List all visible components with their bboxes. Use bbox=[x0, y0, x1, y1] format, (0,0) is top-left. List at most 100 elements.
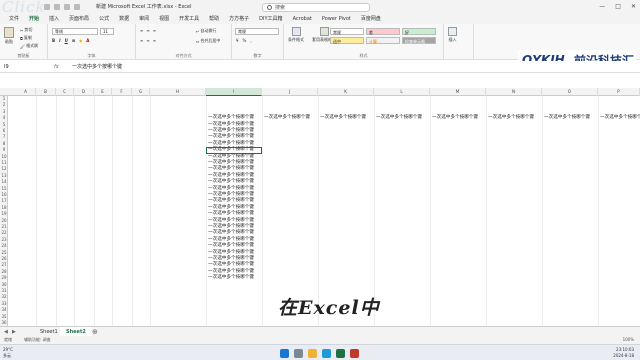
close-button[interactable]: ✕ bbox=[631, 3, 636, 10]
file-explorer-icon[interactable] bbox=[308, 349, 317, 358]
cell[interactable]: 一次选中多个按哪个键 bbox=[208, 250, 254, 256]
row-header-14[interactable]: 14 bbox=[0, 179, 8, 185]
align-center-icon[interactable]: ≡ bbox=[146, 38, 149, 43]
row-header-8[interactable]: 8 bbox=[0, 141, 8, 147]
font-name-select[interactable]: 等线 bbox=[52, 28, 98, 35]
number-format-select[interactable]: 常规 bbox=[235, 28, 279, 35]
font-color-icon[interactable]: A bbox=[86, 38, 89, 43]
tab-3[interactable]: 页面布局 bbox=[64, 14, 94, 24]
row-header-28[interactable]: 28 bbox=[0, 269, 8, 275]
row-header-33[interactable]: 33 bbox=[0, 301, 8, 307]
row-header-9[interactable]: 9 bbox=[0, 147, 8, 153]
column-header-F[interactable]: F bbox=[112, 88, 132, 96]
bold-button[interactable]: B bbox=[52, 38, 55, 43]
column-header-G[interactable]: G bbox=[132, 88, 150, 96]
worksheet-grid[interactable]: ABCDEFGHIJKLMNOP 1 2 3 4 5 6 7 8 9 10 11 12 13 14 15 16… bbox=[0, 88, 640, 326]
cell[interactable]: 一次选中多个按哪个键 bbox=[208, 186, 254, 192]
row-header-6[interactable]: 6 bbox=[0, 128, 8, 134]
edge-icon[interactable] bbox=[322, 349, 331, 358]
style-check[interactable]: 检查单元格 bbox=[402, 37, 436, 44]
tab-9[interactable]: 帮助 bbox=[204, 14, 224, 24]
column-header-I[interactable]: I bbox=[206, 88, 262, 96]
row-header-23[interactable]: 23 bbox=[0, 237, 8, 243]
cell[interactable]: 一次选中多个按哪个键 bbox=[208, 154, 254, 160]
cell[interactable]: 一次选中多个按哪个键 bbox=[264, 115, 310, 121]
row-header-25[interactable]: 25 bbox=[0, 250, 8, 256]
fx-icon[interactable]: fx bbox=[54, 63, 59, 71]
cell[interactable]: 一次选中多个按哪个键 bbox=[208, 230, 254, 236]
column-header-E[interactable]: E bbox=[94, 88, 112, 96]
column-header-C[interactable]: C bbox=[56, 88, 74, 96]
italic-button[interactable]: I bbox=[59, 38, 61, 43]
system-clock[interactable]: 23:10:03 2024-8-18 bbox=[613, 347, 634, 359]
row-header-26[interactable]: 26 bbox=[0, 256, 8, 262]
fill-color-icon[interactable]: ◆ bbox=[79, 38, 82, 43]
paste-button[interactable]: 粘贴 bbox=[4, 27, 14, 45]
row-header-19[interactable]: 19 bbox=[0, 211, 8, 217]
row-header-12[interactable]: 12 bbox=[0, 166, 8, 172]
row-header-32[interactable]: 32 bbox=[0, 294, 8, 300]
column-header-D[interactable]: D bbox=[74, 88, 94, 96]
taskbar-search-icon[interactable] bbox=[294, 349, 303, 358]
tab-5[interactable]: 数据 bbox=[114, 14, 134, 24]
font-size-select[interactable]: 11 bbox=[100, 28, 114, 35]
row-header-30[interactable]: 30 bbox=[0, 282, 8, 288]
cell[interactable]: 一次选中多个按哪个键 bbox=[488, 115, 534, 121]
align-middle-icon[interactable]: ≡ bbox=[146, 28, 149, 33]
autosave-icon[interactable] bbox=[44, 4, 50, 10]
insert-button[interactable]: 插入 bbox=[448, 27, 457, 43]
row-header-17[interactable]: 17 bbox=[0, 198, 8, 204]
tab-7[interactable]: 视图 bbox=[154, 14, 174, 24]
cell[interactable]: 一次选中多个按哪个键 bbox=[208, 166, 254, 172]
tab-6[interactable]: 审阅 bbox=[134, 14, 154, 24]
merge-center-button[interactable]: ⇔ 合并后居中 bbox=[196, 38, 220, 44]
row-header-13[interactable]: 13 bbox=[0, 173, 8, 179]
cell[interactable]: 一次选中多个按哪个键 bbox=[320, 115, 366, 121]
cell[interactable]: 一次选中多个按哪个键 bbox=[544, 115, 590, 121]
style-bad[interactable]: 差 bbox=[366, 28, 400, 35]
align-top-icon[interactable]: ≡ bbox=[140, 28, 143, 33]
maximize-button[interactable]: □ bbox=[615, 3, 621, 10]
redo-icon[interactable] bbox=[74, 4, 80, 10]
border-icon[interactable]: ⊞ bbox=[72, 38, 75, 43]
copy-button[interactable]: ⧉ 复制 bbox=[20, 35, 32, 41]
currency-icon[interactable]: ¥ bbox=[236, 38, 239, 43]
row-header-15[interactable]: 15 bbox=[0, 186, 8, 192]
row-header-16[interactable]: 16 bbox=[0, 192, 8, 198]
row-header-1[interactable]: 1 bbox=[0, 96, 8, 102]
row-header-2[interactable]: 2 bbox=[0, 102, 8, 108]
column-header-H[interactable]: H bbox=[150, 88, 206, 96]
cell[interactable]: 一次选中多个按哪个键 bbox=[208, 141, 254, 147]
cell[interactable]: 一次选中多个按哪个键 bbox=[208, 237, 254, 243]
cell[interactable]: 一次选中多个按哪个键 bbox=[208, 275, 254, 281]
cell[interactable]: 一次选中多个按哪个键 bbox=[208, 198, 254, 204]
selected-cell[interactable] bbox=[206, 147, 262, 154]
zoom-level[interactable]: 100% bbox=[623, 336, 634, 344]
tab-0[interactable]: 文件 bbox=[4, 14, 24, 24]
comma-icon[interactable]: , bbox=[250, 38, 251, 43]
excel-taskbar-icon[interactable] bbox=[336, 349, 345, 358]
weather-widget[interactable]: 29°C 多云 bbox=[3, 347, 13, 359]
tab-11[interactable]: DIY工具箱 bbox=[254, 14, 287, 24]
cut-button[interactable]: ✂ 剪切 bbox=[20, 27, 32, 33]
column-header-M[interactable]: M bbox=[430, 88, 486, 96]
column-header-K[interactable]: K bbox=[318, 88, 374, 96]
row-header-4[interactable]: 4 bbox=[0, 115, 8, 121]
style-calc[interactable]: 计算 bbox=[366, 37, 400, 44]
row-header-10[interactable]: 10 bbox=[0, 154, 8, 160]
column-header-O[interactable]: O bbox=[542, 88, 598, 96]
column-header-P[interactable]: P bbox=[598, 88, 640, 96]
cell[interactable]: 一次选中多个按哪个键 bbox=[208, 269, 254, 275]
row-header-31[interactable]: 31 bbox=[0, 288, 8, 294]
column-header-J[interactable]: J bbox=[262, 88, 318, 96]
row-header-27[interactable]: 27 bbox=[0, 262, 8, 268]
tab-1[interactable]: 开始 bbox=[24, 14, 45, 25]
cell[interactable]: 一次选中多个按哪个键 bbox=[208, 211, 254, 217]
search-box[interactable]: 搜索 bbox=[262, 3, 370, 12]
cell[interactable]: 一次选中多个按哪个键 bbox=[432, 115, 478, 121]
percent-icon[interactable]: % bbox=[243, 38, 247, 43]
cell[interactable]: 一次选中多个按哪个键 bbox=[208, 179, 254, 185]
row-header-21[interactable]: 21 bbox=[0, 224, 8, 230]
style-good[interactable]: 好 bbox=[402, 28, 436, 35]
formula-input[interactable]: 一次选中多个按哪个键 bbox=[72, 63, 122, 71]
